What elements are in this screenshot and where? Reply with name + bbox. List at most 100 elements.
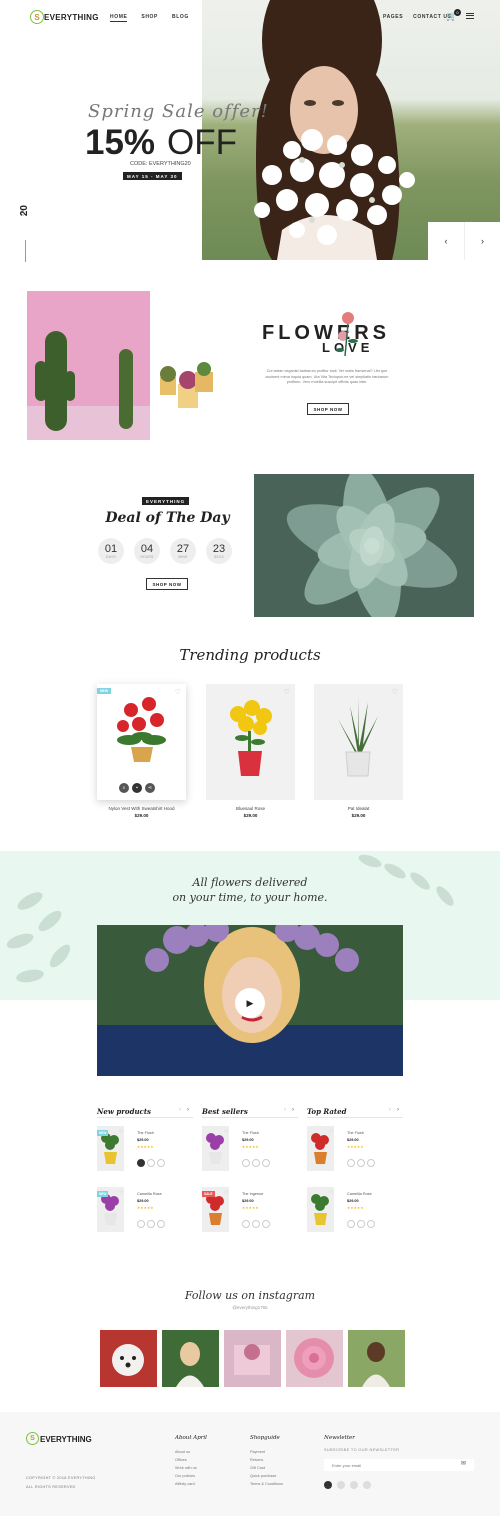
add-to-cart-icon[interactable]: ▪	[132, 783, 142, 793]
instagram-photo[interactable]	[286, 1330, 343, 1387]
footer-link[interactable]: Gift Card	[250, 1464, 283, 1472]
nav-home[interactable]: HOME	[110, 14, 128, 22]
email-icon[interactable]	[350, 1481, 358, 1489]
video-player[interactable]: ▶	[97, 925, 403, 1076]
search-icon[interactable]	[357, 1220, 365, 1228]
flowers-shop-now-button[interactable]: SHOP NOW	[307, 403, 349, 415]
wishlist-icon[interactable]: ♡	[224, 1129, 228, 1135]
list-next-icon[interactable]: ›	[397, 1107, 399, 1113]
list-next-icon[interactable]: ›	[292, 1107, 294, 1113]
search-icon[interactable]	[147, 1159, 155, 1167]
instagram-handle[interactable]: @everything1765	[150, 1305, 350, 1310]
list-item-name[interactable]: The Flush	[242, 1131, 259, 1135]
footer-link[interactable]: Affinity card	[175, 1480, 197, 1488]
list-title: Best sellers	[202, 1107, 248, 1116]
share-icon[interactable]	[157, 1220, 165, 1228]
hero-next-button[interactable]: ›	[464, 222, 500, 260]
list-prev-icon[interactable]: ‹	[389, 1107, 391, 1113]
list-item-name[interactable]: The Ingenue	[242, 1192, 263, 1196]
wishlist-icon[interactable]: ♡	[392, 688, 398, 696]
wishlist-icon[interactable]: ♡	[329, 1129, 333, 1135]
list-item-actions	[347, 1159, 377, 1167]
deal-badge: EVERYTHING	[142, 497, 190, 505]
footer-col2-links: Payment Returns Gift Card Quick purchase…	[250, 1448, 283, 1488]
list-item-name[interactable]: Camellia Rose	[347, 1192, 372, 1196]
play-icon[interactable]: ▶	[235, 988, 265, 1018]
instagram-photo[interactable]	[100, 1330, 157, 1387]
product-name[interactable]: Nylon Vest With Sweatshirt Hood	[97, 806, 186, 811]
list-prev-icon[interactable]: ‹	[284, 1107, 286, 1113]
product-name[interactable]: Bluesaul Rose	[206, 806, 295, 811]
search-icon[interactable]	[147, 1220, 155, 1228]
mail-icon[interactable]: ✉	[461, 1460, 466, 1467]
list-title: Top Rated	[307, 1107, 347, 1116]
share-icon[interactable]	[157, 1159, 165, 1167]
wishlist-icon[interactable]: ♡	[119, 1190, 123, 1196]
footer-link[interactable]: Our policies	[175, 1472, 197, 1480]
facebook-icon[interactable]	[324, 1481, 332, 1489]
footer-link[interactable]: Terms & Conditions	[250, 1480, 283, 1488]
quick-view-icon[interactable]: ⌕	[119, 783, 129, 793]
wishlist-icon[interactable]: ♡	[284, 688, 290, 696]
instagram-photo[interactable]	[224, 1330, 281, 1387]
cart-icon[interactable]	[347, 1220, 355, 1228]
hero-woman-flowers-image	[254, 0, 415, 260]
wishlist-icon[interactable]: ♡	[329, 1190, 333, 1196]
wishlist-icon[interactable]: ♡	[224, 1190, 228, 1196]
share-icon[interactable]	[262, 1220, 270, 1228]
cart-icon[interactable]	[242, 1159, 250, 1167]
product-card[interactable]: ♡	[206, 684, 295, 800]
search-icon[interactable]	[357, 1159, 365, 1167]
footer-link[interactable]: Offices	[175, 1456, 197, 1464]
newsletter-email-input[interactable]	[324, 1459, 474, 1471]
list-divider	[202, 1117, 298, 1118]
search-icon[interactable]	[252, 1220, 260, 1228]
cart-icon[interactable]	[242, 1220, 250, 1228]
footer-link[interactable]: Returns	[250, 1456, 283, 1464]
share-icon[interactable]: ⋖	[145, 783, 155, 793]
list-prev-icon[interactable]: ‹	[179, 1107, 181, 1113]
rating-stars: ★★★★★	[137, 1145, 154, 1149]
deal-shop-now-button[interactable]: SHOP NOW	[146, 578, 188, 590]
footer-col1-links: About us Offices Work with us Our polici…	[175, 1448, 197, 1488]
product-card[interactable]: NEW ♡ ⌕ ▪ ⋖	[97, 684, 186, 800]
instagram-photo[interactable]	[162, 1330, 219, 1387]
list-next-icon[interactable]: ›	[187, 1107, 189, 1113]
footer-link[interactable]: About us	[175, 1448, 197, 1456]
twitter-icon[interactable]	[337, 1481, 345, 1489]
cart-icon[interactable]	[137, 1220, 145, 1228]
share-icon[interactable]	[367, 1220, 375, 1228]
logo-mark[interactable]: S	[30, 10, 44, 24]
list-item-name[interactable]: The Flush	[347, 1131, 364, 1135]
footer-link[interactable]: Payment	[250, 1448, 283, 1456]
product-image	[230, 700, 272, 776]
product-card[interactable]: ♡	[314, 684, 403, 800]
wishlist-icon[interactable]: ♡	[119, 1129, 123, 1135]
list-item-name[interactable]: Camellia Rose	[137, 1192, 162, 1196]
cart-icon[interactable]	[137, 1159, 145, 1167]
share-icon[interactable]	[262, 1159, 270, 1167]
footer-link[interactable]: Work with us	[175, 1464, 197, 1472]
nav-shop[interactable]: SHOP	[141, 14, 158, 22]
list-item-name[interactable]: The Flush	[137, 1131, 154, 1135]
vimeo-icon[interactable]	[363, 1481, 371, 1489]
wishlist-icon[interactable]: ♡	[175, 688, 181, 696]
search-icon[interactable]	[252, 1159, 260, 1167]
grid-menu-icon[interactable]	[466, 13, 474, 19]
list-item-badge: NEW	[97, 1130, 109, 1136]
rating-stars: ★★★★★	[347, 1145, 364, 1149]
leaf-decoration	[6, 892, 71, 983]
footer-link[interactable]: Quick purchase	[250, 1472, 283, 1480]
hero-prev-button[interactable]: ‹	[428, 222, 464, 260]
rating-stars: ★★★★★	[347, 1206, 364, 1210]
cart-icon[interactable]	[347, 1159, 355, 1167]
logo-text[interactable]: EVERYTHING	[44, 13, 99, 22]
nav-pages[interactable]: PAGES	[383, 14, 403, 20]
product-name[interactable]: Pat Idealat	[314, 806, 403, 811]
nav-blog[interactable]: BLOG	[172, 14, 189, 22]
footer-logo-mark[interactable]: S	[26, 1432, 39, 1445]
instagram-photo[interactable]	[348, 1330, 405, 1387]
footer-logo-text[interactable]: EVERYTHING	[40, 1435, 92, 1444]
share-icon[interactable]	[367, 1159, 375, 1167]
potted-succulents-image	[160, 362, 213, 408]
